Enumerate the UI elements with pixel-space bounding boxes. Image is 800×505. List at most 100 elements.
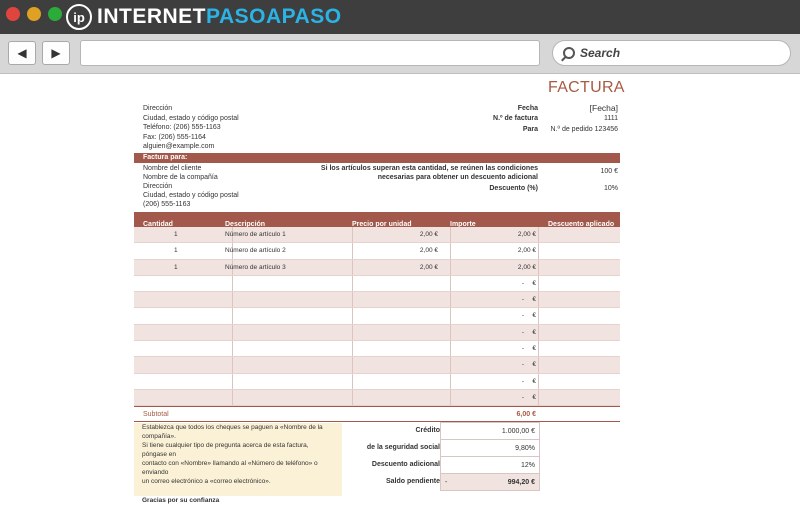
cell-divider <box>538 227 539 243</box>
client-address: Dirección <box>143 183 173 190</box>
cell-divider <box>352 389 353 406</box>
table-row: - € <box>134 389 620 407</box>
cell-discount: € <box>532 296 536 304</box>
cell-divider <box>450 324 451 341</box>
table-row: 1 Número de artículo 3 2,00 € 2,00 € <box>134 259 620 276</box>
seller-city: Ciudad, estado y código postal <box>143 114 239 122</box>
items-table-header: Cantidad Descripción Precio por unidad I… <box>134 212 620 228</box>
cell-divider <box>538 389 539 406</box>
cell-divider <box>352 357 353 373</box>
table-row: - € <box>134 373 620 390</box>
summary-row-additional-discount: Descuento adicional 12% <box>342 456 620 474</box>
cell-unit-price: 2,00 € <box>419 263 438 271</box>
cell-divider <box>450 373 451 389</box>
seller-address: Dirección <box>143 105 173 112</box>
cell-divider <box>232 292 233 308</box>
cell-divider <box>352 292 353 308</box>
logo-text: INTERNETPASOAPASO <box>97 5 342 29</box>
table-row: 1 Número de artículo 1 2,00 € 2,00 € <box>134 227 620 244</box>
address-bar[interactable] <box>80 40 540 66</box>
summary-value: 1.000,00 € <box>501 428 535 435</box>
cell-amount: - <box>521 328 524 336</box>
balance-prefix: - <box>445 479 448 486</box>
client-name: Nombre del cliente <box>143 165 202 172</box>
cell-divider <box>450 275 451 292</box>
cell-divider <box>538 292 539 308</box>
condition-line-2: necesarias para obtener un descuento adi… <box>377 174 538 181</box>
cell-amount: - <box>521 361 524 369</box>
cell-amount: - <box>521 312 524 320</box>
payment-note: Establezca que todos los cheques se pagu… <box>134 423 342 504</box>
items-table: 1 Número de artículo 1 2,00 € 2,00 € 1 Número… <box>134 227 620 407</box>
maximize-window-button[interactable] <box>48 7 62 21</box>
cell-amount: 2,00 € <box>517 231 536 238</box>
cell-divider <box>538 324 539 341</box>
subtotal-value: 6,00 € <box>516 411 536 418</box>
cell-description: Número de artículo 2 <box>225 247 286 255</box>
bill-to-block: Nombre del cliente Nombre de la compañía… <box>143 164 239 209</box>
subtotal-label: Subtotal <box>143 411 169 418</box>
logo-text-left: INTERNET <box>97 5 206 28</box>
cell-amount: - <box>521 279 524 287</box>
cell-divider <box>538 308 539 324</box>
seller-fax: Fax: (206) 555-1164 <box>143 133 206 141</box>
cell-description: Número de artículo 1 <box>225 231 286 238</box>
cell-divider <box>538 373 539 389</box>
cell-description: Número de artículo 3 <box>225 263 286 271</box>
cell-divider <box>232 389 233 406</box>
note-line-3: Si tiene cualquier tipo de pregunta acer… <box>142 442 309 458</box>
subtotal-row: Subtotal 6,00 € <box>134 406 620 422</box>
close-window-button[interactable] <box>6 7 20 21</box>
table-row: - € <box>134 292 620 309</box>
cell-quantity: 1 <box>174 231 178 238</box>
note-line-1: Establezca que todos los cheques se pagu… <box>142 424 323 431</box>
cell-divider <box>232 308 233 324</box>
browser-window: ip INTERNETPASOAPASO ◀ ▶ Search FACTURA … <box>0 0 800 504</box>
cell-amount: 2,00 € <box>517 247 536 255</box>
forward-arrow-icon: ▶ <box>51 46 61 60</box>
note-line-5: un correo electrónico a «correo electrón… <box>142 478 271 485</box>
cell-divider <box>538 341 539 357</box>
search-placeholder: Search <box>580 46 621 60</box>
cell-divider <box>352 341 353 357</box>
seller-phone: Teléfono: (206) 555-1163 <box>143 124 221 131</box>
cell-unit-price: 2,00 € <box>419 247 438 255</box>
cell-divider <box>232 341 233 357</box>
summary-row-balance-due: Saldo pendiente - 994,20 € <box>342 473 620 491</box>
note-line-4: contacto con «Nombre» llamando al «Númer… <box>142 460 318 476</box>
condition-line-1: Si los artículos superan esta cantidad, … <box>320 165 538 172</box>
invoice-sheet: FACTURA Dirección Ciudad, estado y códig… <box>0 74 800 504</box>
title-bar: ip INTERNETPASOAPASO <box>0 0 800 34</box>
cell-discount: € <box>532 328 536 336</box>
condition-value: 100 € <box>600 168 618 175</box>
cell-amount: - <box>521 296 524 304</box>
minimize-window-button[interactable] <box>27 7 41 21</box>
client-phone: (206) 555-1163 <box>143 201 191 208</box>
cell-divider <box>232 373 233 389</box>
cell-divider <box>352 259 353 275</box>
cell-divider <box>450 292 451 308</box>
cell-divider <box>232 324 233 341</box>
cell-amount: - <box>521 377 524 385</box>
summary-row-credit: Crédito 1.000,00 € <box>342 422 620 440</box>
cell-divider <box>450 227 451 243</box>
invoice-number-value: 1111 <box>603 115 618 122</box>
back-button[interactable]: ◀ <box>8 41 36 65</box>
cell-divider <box>450 357 451 373</box>
cell-divider <box>450 341 451 357</box>
cell-divider <box>538 243 539 259</box>
search-input[interactable]: Search <box>552 40 791 66</box>
table-row: - € <box>134 324 620 342</box>
bill-to-header-label: Factura para: <box>143 154 188 161</box>
summary-value-box: 12% <box>440 456 540 474</box>
invoice-title: FACTURA <box>548 79 625 96</box>
cell-discount: € <box>532 377 536 385</box>
forward-button[interactable]: ▶ <box>42 41 70 65</box>
summary-label: Saldo pendiente <box>385 478 440 485</box>
invoice-number-label: N.º de factura <box>493 115 538 122</box>
note-line-2: compañía». <box>142 433 176 440</box>
cell-divider <box>538 357 539 373</box>
summary-value: 9,80% <box>515 445 535 452</box>
summary-value: 994,20 € <box>507 479 535 486</box>
cell-amount: - <box>521 345 524 353</box>
